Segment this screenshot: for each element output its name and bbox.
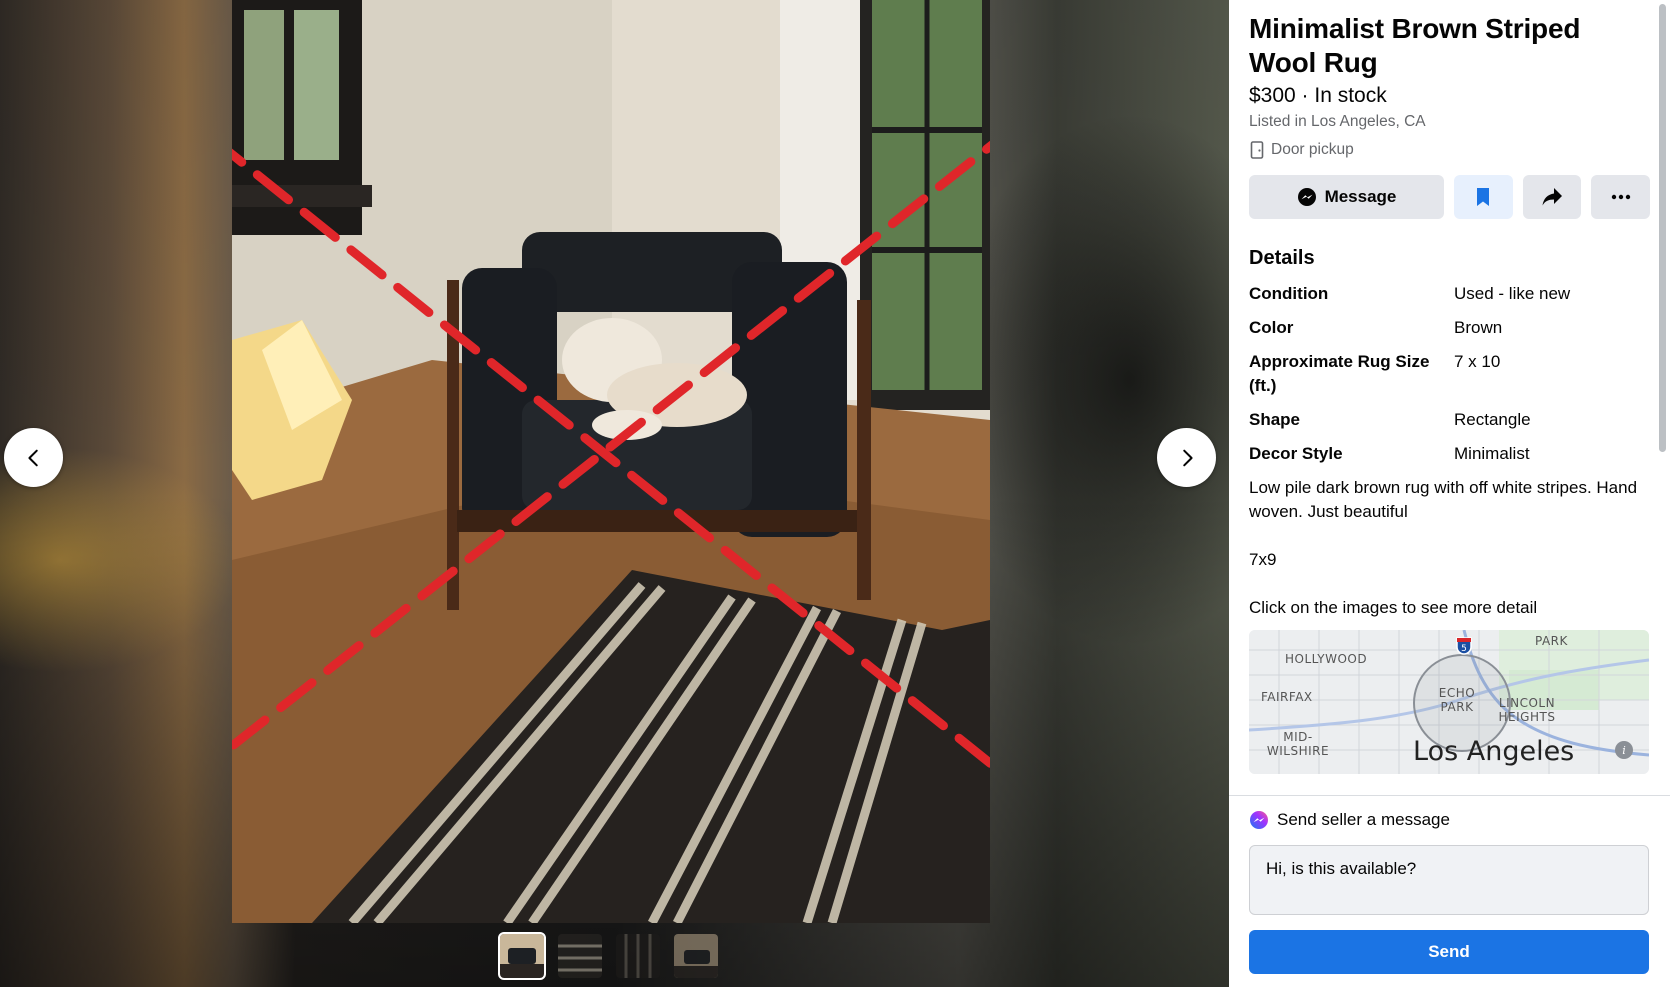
- send-message-label: Send seller a message: [1277, 810, 1450, 829]
- map-label-park: PARK: [1535, 634, 1568, 648]
- listing-location: Listed in Los Angeles, CA: [1249, 113, 1426, 130]
- more-options-button[interactable]: [1591, 175, 1651, 219]
- share-button[interactable]: [1522, 175, 1582, 219]
- action-bar: Message: [1249, 175, 1651, 219]
- thumbnail-3[interactable]: [616, 934, 660, 978]
- more-icon: [1611, 194, 1630, 200]
- details-list: Condition Used - like new Color Brown Ap…: [1249, 282, 1650, 466]
- save-button[interactable]: [1453, 175, 1513, 219]
- detail-key: Shape: [1249, 410, 1301, 429]
- detail-value: Used - like new: [1454, 284, 1571, 303]
- send-button[interactable]: Send: [1249, 930, 1649, 974]
- detail-key: Condition: [1249, 284, 1329, 303]
- thumbnail-4[interactable]: [674, 934, 718, 978]
- messenger-icon: [1297, 188, 1316, 206]
- description-paragraph: Low pile dark brown rug with off white s…: [1249, 478, 1638, 521]
- listing-details-panel: Minimalist Brown Striped Wool Rug $300 ·…: [1229, 0, 1670, 987]
- description-paragraph: 7x9: [1249, 550, 1277, 569]
- previous-photo-button[interactable]: [4, 428, 63, 487]
- chevron-right-icon: [1182, 449, 1193, 466]
- details-heading: Details: [1249, 247, 1315, 269]
- listing-description: Low pile dark brown rug with off white s…: [1249, 476, 1650, 620]
- description-paragraph: Click on the images to see more detail: [1249, 598, 1538, 617]
- map-city-label: Los Angeles: [1413, 736, 1575, 767]
- highway-shield-number: 5: [1461, 644, 1467, 654]
- location-map[interactable]: 5 i HOLLYWOOD PARK FAIRFAX ECHO PARK LIN…: [1249, 630, 1649, 774]
- message-button-label: Message: [1324, 187, 1397, 206]
- chevron-left-icon: [27, 449, 38, 466]
- thumbnail-2[interactable]: [558, 934, 602, 978]
- map-label-lincoln-heights: LINCOLN HEIGHTS: [1498, 696, 1556, 724]
- listing-title: Minimalist Brown Striped Wool Rug: [1249, 13, 1581, 78]
- pickup-info: Door pickup: [1249, 141, 1650, 159]
- door-icon: [1250, 141, 1264, 159]
- panel-scrollbar[interactable]: [1659, 4, 1666, 452]
- message-seller-button[interactable]: Message: [1249, 175, 1444, 219]
- details-scroll-area[interactable]: Minimalist Brown Striped Wool Rug $300 ·…: [1229, 0, 1670, 795]
- detail-row-condition: Condition Used - like new: [1249, 282, 1650, 306]
- map-label-echo-park: ECHO PARK: [1438, 686, 1476, 714]
- message-input[interactable]: Hi, is this available?: [1249, 845, 1649, 915]
- detail-row-color: Color Brown: [1249, 316, 1650, 340]
- svg-text:i: i: [1622, 744, 1626, 757]
- map-label-fairfax: FAIRFAX: [1261, 690, 1313, 704]
- detail-key: Approximate Rug Size (ft.): [1249, 352, 1430, 395]
- map-label-mid-wilshire: MID- WILSHIRE: [1266, 730, 1330, 758]
- message-composer: Send seller a message Hi, is this availa…: [1229, 795, 1670, 987]
- thumbnail-1[interactable]: [498, 932, 546, 980]
- detail-key: Decor Style: [1249, 444, 1343, 463]
- detail-row-shape: Shape Rectangle: [1249, 408, 1650, 432]
- share-icon: [1542, 188, 1562, 206]
- photo-viewer: [0, 0, 1229, 987]
- price-and-stock: $300 · In stock: [1249, 84, 1387, 107]
- bookmark-icon: [1477, 188, 1490, 206]
- messenger-gradient-icon: [1250, 811, 1268, 829]
- detail-value: Rectangle: [1454, 410, 1531, 429]
- detail-value: 7 x 10: [1454, 352, 1501, 371]
- detail-value: Minimalist: [1454, 444, 1530, 463]
- next-photo-button[interactable]: [1157, 428, 1216, 487]
- detail-key: Color: [1249, 318, 1294, 337]
- detail-value: Brown: [1454, 318, 1503, 337]
- detail-row-decor-style: Decor Style Minimalist: [1249, 442, 1650, 466]
- detail-row-size: Approximate Rug Size (ft.) 7 x 10: [1249, 350, 1650, 398]
- thumbnail-strip: [498, 932, 718, 980]
- listing-photo[interactable]: [232, 0, 990, 923]
- map-label-hollywood: HOLLYWOOD: [1285, 652, 1368, 666]
- pickup-label: Door pickup: [1271, 141, 1354, 158]
- send-message-heading: Send seller a message: [1249, 810, 1670, 830]
